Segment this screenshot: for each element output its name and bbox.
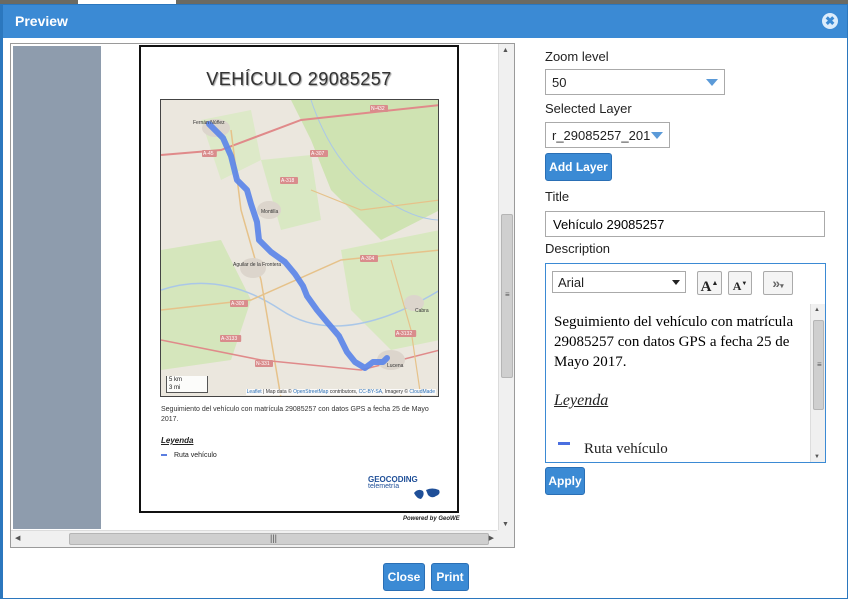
vertical-scroll-thumb[interactable]: ≡ <box>501 214 513 378</box>
dialog-titlebar[interactable]: Preview ✖ <box>3 5 847 38</box>
map-road-label: A-304 <box>360 255 378 262</box>
osm-link[interactable]: OpenStreetMap <box>293 389 328 395</box>
world-map-icon <box>414 488 440 499</box>
route-map[interactable]: Fernán Núñez Montilla Aguilar de la Fronte… <box>160 99 439 397</box>
print-button[interactable]: Print <box>431 563 469 591</box>
map-place-label: Lucena <box>387 363 404 369</box>
svg-text:A-307: A-307 <box>311 151 325 157</box>
svg-text:A-3133: A-3133 <box>221 336 237 342</box>
map-place-label: Fernán Núñez <box>193 120 225 126</box>
preview-dialog: Preview ✖ VEHÍCULO 29085257 Fernán Núñez… <box>2 4 848 599</box>
map-attribution: Leaflet | Map data © OpenStreetMap contr… <box>245 389 436 395</box>
map-road-label: A-309 <box>230 300 248 307</box>
route-swatch <box>161 454 167 457</box>
scale-mi: 3 mi <box>169 385 181 391</box>
description-label: Description <box>545 241 611 256</box>
document-legend-title: Leyenda <box>161 436 194 445</box>
scroll-left-icon[interactable]: ◀ <box>15 534 20 542</box>
dropdown-caret-icon <box>651 132 663 139</box>
attribution-text-3: , Imagery © <box>382 389 410 395</box>
map-road-label: A-3132 <box>395 330 417 337</box>
close-icon[interactable]: ✖ <box>822 13 838 29</box>
preview-vertical-scrollbar[interactable]: ▲ ≡ ▼ <box>498 44 514 531</box>
map-road-label: N-331 <box>255 360 273 367</box>
preview-horizontal-scrollbar[interactable]: ◀ ||| ▶ <box>11 530 498 547</box>
attribution-text-2: contributors, <box>328 389 359 395</box>
map-scale: 5 km 3 mi <box>166 376 208 393</box>
shrink-font-button[interactable]: A▼ <box>728 271 752 295</box>
scroll-up-icon[interactable]: ▲ <box>502 47 509 54</box>
grow-font-button[interactable]: A▲ <box>697 271 722 295</box>
attribution-text-1: | Map data © <box>261 389 294 395</box>
svg-text:A-318: A-318 <box>281 178 295 184</box>
font-family-select[interactable]: Arial <box>552 271 686 293</box>
ccbysa-link[interactable]: CC-BY-SA <box>359 389 382 395</box>
title-label: Title <box>545 189 570 204</box>
powered-by: Powered by GeoWE <box>403 516 460 522</box>
map-road-label: A-318 <box>280 177 298 184</box>
zoom-level-label: Zoom level <box>545 49 609 64</box>
route-swatch <box>558 442 570 446</box>
map-canvas: Fernán Núñez Montilla Aguilar de la Fronte… <box>161 100 438 396</box>
editor-scrollbar[interactable]: ▲ ≡ ▼ <box>810 304 825 462</box>
dropdown-caret-icon <box>706 79 718 86</box>
title-input[interactable] <box>545 211 825 237</box>
scroll-down-icon[interactable]: ▼ <box>814 454 820 460</box>
editor-legend-item[interactable]: Ruta vehículo <box>558 441 668 458</box>
scroll-right-icon[interactable]: ▶ <box>489 534 494 542</box>
dialog-title: Preview <box>15 13 68 29</box>
font-family-value: Arial <box>558 275 585 290</box>
svg-text:A-45: A-45 <box>203 151 214 157</box>
legend-item-label: Ruta vehículo <box>174 452 217 459</box>
scale-km: 5 km <box>169 377 183 383</box>
grow-font-icon: A <box>700 279 712 295</box>
map-place-label: Montilla <box>261 209 278 215</box>
map-place-label: Cabra <box>415 308 429 314</box>
svg-text:A-304: A-304 <box>361 256 375 262</box>
editor-legend-title[interactable]: Leyenda <box>554 392 608 410</box>
more-tools-icon: » <box>772 275 781 291</box>
map-place-label: Aguilar de la Frontera <box>233 262 281 268</box>
map-road-label: A-3133 <box>220 335 242 342</box>
description-editor[interactable]: Arial A▲ A▼ »▾ Seguimiento del vehículo … <box>545 263 826 463</box>
cloudmade-link[interactable]: CloudMade <box>409 389 435 395</box>
selected-layer-label: Selected Layer <box>545 101 632 116</box>
selected-layer-value: r_29085257_201 <box>552 128 651 143</box>
editor-scroll-thumb[interactable]: ≡ <box>813 320 824 410</box>
add-layer-button[interactable]: Add Layer <box>545 153 612 181</box>
selected-layer-select[interactable]: r_29085257_201 <box>545 122 670 148</box>
close-button[interactable]: Close <box>383 563 425 591</box>
document-description: Seguimiento del vehículo con matrícula 2… <box>161 406 429 423</box>
document-title: VEHÍCULO 29085257 <box>206 69 392 89</box>
svg-text:A-3132: A-3132 <box>396 331 412 337</box>
document-legend-item: Ruta vehículo <box>161 452 217 459</box>
print-page: VEHÍCULO 29085257 Fernán Núñez Montilla … <box>139 45 459 513</box>
editor-legend-item-label: Ruta vehículo <box>584 441 668 457</box>
scroll-down-icon[interactable]: ▼ <box>502 521 509 528</box>
svg-text:A-309: A-309 <box>231 301 245 307</box>
svg-text:N-432: N-432 <box>371 106 385 112</box>
apply-button[interactable]: Apply <box>545 467 585 495</box>
zoom-level-select[interactable]: 50 <box>545 69 725 95</box>
zoom-level-value: 50 <box>552 75 567 90</box>
map-road-label: A-45 <box>202 150 217 157</box>
map-road-label: N-432 <box>370 105 388 112</box>
horizontal-scroll-thumb[interactable]: ||| <box>69 533 489 545</box>
map-road-label: A-307 <box>310 150 328 157</box>
svg-text:N-331: N-331 <box>256 361 270 367</box>
leaflet-link[interactable]: Leaflet <box>247 389 262 395</box>
scrollbar-corner <box>497 530 514 547</box>
editor-text[interactable]: Seguimiento del vehículo con matrícula 2… <box>554 312 806 372</box>
dropdown-caret-icon <box>672 280 680 285</box>
geocoding-logo: GEOCODING telemetría <box>368 475 443 511</box>
preview-margin <box>13 46 101 529</box>
print-preview-pane[interactable]: VEHÍCULO 29085257 Fernán Núñez Montilla … <box>10 43 515 548</box>
more-tools-button[interactable]: »▾ <box>763 271 793 295</box>
scroll-up-icon[interactable]: ▲ <box>814 307 820 313</box>
